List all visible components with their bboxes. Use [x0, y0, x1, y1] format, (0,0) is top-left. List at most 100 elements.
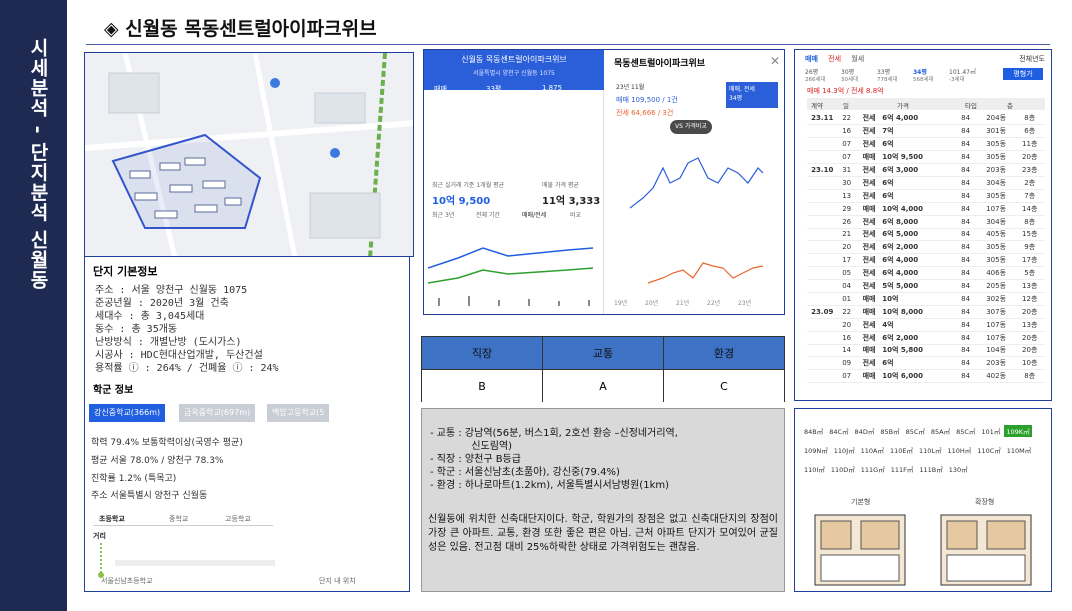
unit-chip[interactable]: 110J㎡ — [832, 444, 857, 456]
table-row[interactable]: 20 전세 6억 2,000 84 305동 9층 — [807, 240, 1045, 255]
app-left-tab-size[interactable]: 33평 — [486, 84, 501, 94]
col-contract: 계약 — [811, 102, 823, 110]
unit-chip[interactable]: 109N㎡ — [802, 444, 830, 456]
trade-type: 84 — [953, 112, 978, 126]
unit-chip[interactable]: 101㎡ — [979, 425, 1002, 437]
table-row[interactable]: 29 매매 10억 4,000 84 107동 14층 — [807, 202, 1045, 216]
trade-floor: 13층 — [1014, 279, 1045, 293]
table-row[interactable]: 17 전세 6억 4,000 84 305동 17층 — [807, 253, 1045, 268]
table-row[interactable]: 16 전세 7억 84 301동 6층 — [807, 124, 1045, 139]
tab-school-2[interactable]: 금옥중학교(697m) — [179, 404, 256, 422]
price-app-screens: 신월동 목동센트럴아이파크위브 서울특별시 양천구 신월동 1075 매매 33… — [423, 49, 785, 315]
app-right-badge[interactable]: 매매, 전세 34평 — [726, 82, 778, 108]
tab-school-3[interactable]: 백암고등학교(5 — [267, 404, 330, 422]
table-row[interactable]: 09 전세 6억 84 203동 10층 — [807, 356, 1045, 371]
trade-floor: 20층 — [1014, 305, 1045, 319]
table-row[interactable]: 23.10 31 전세 6억 3,000 84 203동 23층 — [807, 163, 1045, 177]
app-left-range-all[interactable]: 전체 기간 — [476, 210, 500, 219]
trade-dong: 107동 — [977, 331, 1015, 345]
table-row[interactable]: 07 매매 10억 6,000 84 402동 8층 — [807, 369, 1045, 384]
school-average: 평균 서울 78.0% / 양천구 78.3% — [91, 456, 224, 466]
trade-day: 07 — [837, 137, 856, 152]
trade-floor: 7층 — [1014, 189, 1045, 203]
sub-tab-high[interactable]: 고등학교 — [225, 514, 251, 524]
unit-chip[interactable]: 109K㎡ — [1004, 425, 1032, 437]
unit-chip[interactable]: 85C㎡ — [904, 425, 927, 437]
trade-month — [807, 228, 838, 242]
trade-day: 21 — [837, 228, 856, 242]
notes-list: - 교통 : 강남역(56분, 버스1회, 2호선 환승 –신정네거리역, 신도… — [430, 427, 678, 492]
unit-chip[interactable]: 110L㎡ — [917, 444, 944, 456]
trade-floor: 5층 — [1014, 266, 1045, 281]
unit-chip[interactable]: 130㎡ — [947, 463, 970, 475]
trade-day: 07 — [837, 150, 856, 165]
table-row[interactable]: 30 전세 6억 84 304동 2층 — [807, 176, 1045, 190]
table-row[interactable]: 23.09 22 매매 10억 8,000 84 307동 20층 — [807, 305, 1045, 319]
trade-month — [807, 344, 838, 358]
trade-day: 29 — [837, 202, 856, 216]
unit-chip[interactable]: 84D㎡ — [853, 425, 877, 437]
sub-tab-middle[interactable]: 중학교 — [169, 514, 188, 524]
table-row[interactable]: 07 전세 6억 84 305동 11층 — [807, 137, 1045, 152]
trade-dong: 302동 — [977, 292, 1015, 306]
sub-tab-elementary[interactable]: 초등학교 — [99, 514, 125, 524]
table-row[interactable]: 14 매매 10억 5,800 84 104동 20층 — [807, 344, 1045, 358]
app-left-ask-title: 매물 가격 평균 — [542, 182, 579, 189]
app-left-tab-sale[interactable]: 매매 — [434, 84, 447, 94]
unit-chip[interactable]: 110C㎡ — [975, 444, 1002, 456]
unit-chip[interactable]: 111G㎡ — [859, 463, 887, 475]
app-left-range-compare[interactable]: 비교 — [570, 210, 581, 219]
year-select[interactable]: 전체년도 — [1019, 54, 1045, 64]
table-row[interactable]: 23.11 22 전세 6억 4,000 84 204동 8층 — [807, 112, 1045, 126]
table-row[interactable]: 07 매매 10억 9,500 84 305동 20층 — [807, 150, 1045, 165]
unit-chip[interactable]: 85B㎡ — [878, 425, 901, 437]
unit-chip[interactable]: 110I㎡ — [802, 463, 827, 475]
trade-day: 09 — [837, 356, 856, 371]
sidebar-title: 시세분석 - 단지분석 신월동 — [27, 38, 49, 290]
table-row[interactable]: 01 매매 10억 84 302동 12층 — [807, 292, 1045, 306]
app-left-range-sale[interactable]: 매매/전세 — [522, 210, 546, 219]
complex-map[interactable] — [84, 52, 414, 257]
unit-chip[interactable]: 84C㎡ — [827, 425, 850, 437]
app-left-range-3y[interactable]: 최근 3년 — [432, 210, 454, 219]
unit-chip[interactable]: 110H㎡ — [946, 444, 974, 456]
grade-value-environment: C — [663, 369, 785, 402]
close-icon[interactable]: ✕ — [770, 54, 780, 68]
trade-dong: 305동 — [977, 253, 1015, 268]
unit-chip[interactable]: 111B㎡ — [917, 463, 944, 475]
trade-month: 23.09 — [807, 305, 838, 319]
tab-school-1[interactable]: 강신중학교(366m) — [89, 404, 166, 422]
trade-month — [807, 124, 838, 139]
trade-floor: 14층 — [1014, 202, 1045, 216]
trade-tab-monthly[interactable]: 월세 — [851, 55, 864, 63]
app-left-tab-count[interactable]: 1,875 — [542, 84, 562, 92]
trade-floor: 13층 — [1014, 318, 1045, 332]
unit-chip[interactable]: 110A㎡ — [859, 444, 886, 456]
table-row[interactable]: 20 전세 4억 84 107동 13층 — [807, 318, 1045, 332]
note-school: - 학군 : 서울신남초(초품아), 강신중(79.4%) — [430, 467, 620, 478]
table-row[interactable]: 21 전세 6억 5,000 84 405동 15층 — [807, 228, 1045, 242]
unit-chip[interactable]: 85C㎡ — [954, 425, 977, 437]
trade-tab-jeonse[interactable]: 전세 — [828, 55, 841, 63]
unit-chip[interactable]: 84B㎡ — [802, 425, 825, 437]
trade-floor: 17층 — [1014, 253, 1045, 268]
app-right-xaxis: 19년 20년 21년 22년 23년 — [614, 298, 780, 307]
table-row[interactable]: 05 전세 6억 4,000 84 406동 5층 — [807, 266, 1045, 281]
table-row[interactable]: 16 전세 6억 2,000 84 107동 20층 — [807, 331, 1045, 345]
table-row[interactable]: 04 전세 5억 5,000 84 205동 13층 — [807, 279, 1045, 293]
trade-floor: 8층 — [1014, 112, 1045, 126]
table-row[interactable]: 26 전세 6억 8,000 84 304동 8층 — [807, 215, 1045, 229]
table-row[interactable]: 13 전세 6억 84 305동 7층 — [807, 189, 1045, 203]
x-tick: 23년 — [738, 300, 752, 307]
unit-chip[interactable]: 111F㎡ — [889, 463, 916, 475]
unit-chip[interactable]: 110M㎡ — [1005, 444, 1034, 456]
trade-month — [807, 202, 838, 216]
size-count: 568세대 — [913, 77, 934, 83]
unit-chip[interactable]: 110D㎡ — [829, 463, 857, 475]
price-button[interactable]: 평형가 — [1003, 68, 1043, 80]
app-left: 신월동 목동센트럴아이파크위브 서울특별시 양천구 신월동 1075 매매 33… — [424, 50, 604, 314]
unit-chip[interactable]: 110E㎡ — [888, 444, 915, 456]
trade-tab-sale[interactable]: 매매 — [805, 55, 818, 63]
unit-chip[interactable]: 85A㎡ — [929, 425, 952, 437]
trade-price: 6억 8,000 — [882, 215, 954, 229]
